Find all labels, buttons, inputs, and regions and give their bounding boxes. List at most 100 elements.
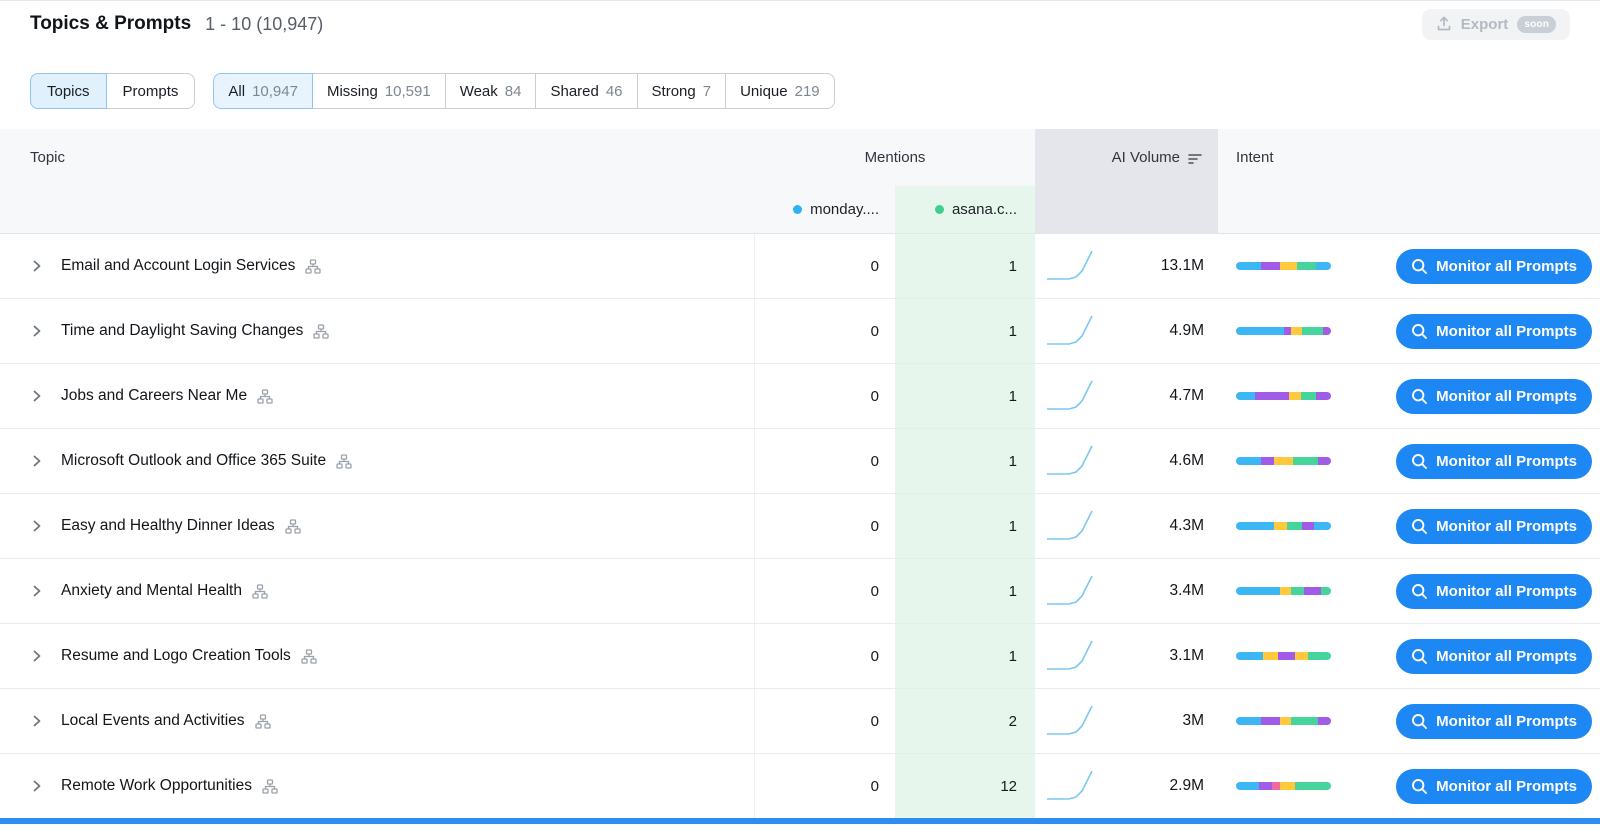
export-button[interactable]: Export soon: [1421, 8, 1570, 40]
bottom-accent-bar: [0, 818, 1600, 824]
topic-cell: Resume and Logo Creation Tools: [0, 624, 755, 688]
intent-segment-purple: [1260, 262, 1280, 270]
results-range: 1 - 10 (10,947): [205, 13, 324, 34]
filter-count: 219: [794, 82, 820, 100]
monitor-all-prompts-button[interactable]: Monitor all Prompts: [1396, 508, 1592, 544]
topics-prompts-panel: Topics & Prompts 1 - 10 (10,947) Export …: [0, 0, 1600, 830]
monitor-all-prompts-button[interactable]: Monitor all Prompts: [1396, 703, 1592, 739]
topic-cell: Easy and Healthy Dinner Ideas: [0, 494, 755, 558]
column-ai-volume[interactable]: AI Volume: [1035, 129, 1218, 233]
monitor-all-prompts-button[interactable]: Monitor all Prompts: [1396, 443, 1592, 479]
filter-tab-all[interactable]: All 10,947: [213, 73, 313, 109]
filter-tab-strong[interactable]: Strong 7: [636, 73, 727, 109]
intent-segment-green: [1300, 392, 1316, 400]
monitor-magnifier-icon: [1411, 453, 1428, 470]
topic-name[interactable]: Resume and Logo Creation Tools: [61, 647, 291, 665]
monitor-button-label: Monitor all Prompts: [1436, 452, 1577, 470]
topic-name[interactable]: Jobs and Careers Near Me: [61, 387, 247, 405]
topic-name[interactable]: Remote Work Opportunities: [61, 777, 252, 795]
domain-header-asana[interactable]: asana.c...: [895, 186, 1035, 233]
intent-cell: Monitor all Prompts: [1218, 364, 1600, 428]
monitor-all-prompts-button[interactable]: Monitor all Prompts: [1396, 638, 1592, 674]
filter-tab-weak[interactable]: Weak 84: [444, 73, 537, 109]
ai-volume-cell: 4.7M: [1035, 364, 1218, 428]
monitor-all-prompts-button[interactable]: Monitor all Prompts: [1396, 378, 1592, 414]
filter-count: 46: [605, 82, 623, 100]
column-intent: Intent: [1236, 149, 1274, 166]
topic-name[interactable]: Anxiety and Mental Health: [61, 582, 242, 600]
ai-volume-value: 13.1M: [1160, 257, 1204, 274]
intent-segment-purple: [1315, 392, 1331, 400]
monitor-all-prompts-button[interactable]: Monitor all Prompts: [1396, 768, 1592, 804]
expand-chevron-icon[interactable]: [28, 647, 46, 665]
expand-chevron-icon[interactable]: [28, 387, 46, 405]
expand-chevron-icon[interactable]: [28, 712, 46, 730]
monitor-button-label: Monitor all Prompts: [1436, 257, 1577, 275]
monitor-all-prompts-button[interactable]: Monitor all Prompts: [1396, 248, 1592, 284]
intent-segment-blue: [1236, 782, 1259, 790]
monitor-all-prompts-button[interactable]: Monitor all Prompts: [1396, 573, 1592, 609]
trend-sparkline: [1047, 250, 1093, 280]
toggle-topics[interactable]: Topics: [30, 73, 107, 109]
table-row: Time and Daylight Saving Changes 0 1 4.9M Mo…: [0, 299, 1600, 364]
monday-label: monday....: [810, 201, 879, 218]
intent-segment-green: [1308, 652, 1331, 660]
intent-segment-purple: [1283, 327, 1292, 335]
intent-bar: [1236, 262, 1331, 270]
monitor-all-prompts-button[interactable]: Monitor all Prompts: [1396, 313, 1592, 349]
ai-volume-cell: 4.3M: [1035, 494, 1218, 558]
topic-name[interactable]: Email and Account Login Services: [61, 257, 295, 275]
monitor-button-label: Monitor all Prompts: [1436, 387, 1577, 405]
intent-segment-yellow: [1262, 652, 1278, 660]
expand-chevron-icon[interactable]: [28, 452, 46, 470]
expand-chevron-icon[interactable]: [28, 257, 46, 275]
monitor-button-label: Monitor all Prompts: [1436, 777, 1577, 795]
controls-row: Topics Prompts All 10,947 Missing 10,591 Wea…: [0, 47, 1600, 129]
intent-segment-purple: [1317, 457, 1331, 465]
topic-name[interactable]: Easy and Healthy Dinner Ideas: [61, 517, 275, 535]
intent-segment-yellow: [1273, 457, 1293, 465]
intent-segment-yellow: [1274, 522, 1288, 530]
intent-bar: [1236, 587, 1331, 595]
topic-name[interactable]: Time and Daylight Saving Changes: [61, 322, 303, 340]
mentions-monday-value: 0: [870, 517, 879, 535]
intent-segment-blue: [1313, 522, 1331, 530]
filter-tab-missing[interactable]: Missing 10,591: [311, 73, 446, 109]
table-body: Email and Account Login Services 0 1 13.1M M…: [0, 234, 1600, 819]
intent-segment-purple: [1277, 652, 1295, 660]
expand-chevron-icon[interactable]: [28, 322, 46, 340]
mentions-asana-value: 1: [895, 559, 1035, 623]
domain-header-monday[interactable]: monday....: [755, 186, 895, 233]
trend-sparkline: [1047, 575, 1093, 605]
intent-segment-yellow: [1279, 782, 1295, 790]
intent-segment-blue: [1236, 717, 1261, 725]
trend-sparkline: [1047, 445, 1093, 475]
intent-bar: [1236, 327, 1331, 335]
monitor-button-label: Monitor all Prompts: [1436, 517, 1577, 535]
table-row: Anxiety and Mental Health 0 1 3.4M Monitor a…: [0, 559, 1600, 624]
monitor-button-label: Monitor all Prompts: [1436, 582, 1577, 600]
intent-segment-yellow: [1279, 262, 1297, 270]
monitor-magnifier-icon: [1411, 388, 1428, 405]
filter-tab-unique[interactable]: Unique 219: [725, 73, 835, 109]
sitemap-icon: [262, 778, 278, 794]
expand-chevron-icon[interactable]: [28, 582, 46, 600]
monitor-magnifier-icon: [1411, 583, 1428, 600]
expand-chevron-icon[interactable]: [28, 517, 46, 535]
intent-segment-yellow: [1279, 587, 1292, 595]
topic-name[interactable]: Local Events and Activities: [61, 712, 245, 730]
intent-cell: Monitor all Prompts: [1218, 299, 1600, 363]
filter-count: 84: [504, 82, 522, 100]
view-toggle: Topics Prompts: [30, 73, 196, 109]
intent-segment-pink: [1272, 782, 1280, 790]
toggle-prompts[interactable]: Prompts: [105, 73, 196, 109]
intent-segment-blue: [1315, 262, 1331, 270]
intent-segment-purple: [1260, 457, 1274, 465]
expand-chevron-icon[interactable]: [28, 777, 46, 795]
sitemap-icon: [336, 453, 352, 469]
filter-tab-shared[interactable]: Shared 46: [535, 73, 638, 109]
topic-name[interactable]: Microsoft Outlook and Office 365 Suite: [61, 452, 326, 470]
sitemap-icon: [305, 258, 322, 274]
intent-cell: Monitor all Prompts: [1218, 624, 1600, 688]
intent-segment-purple: [1317, 717, 1331, 725]
